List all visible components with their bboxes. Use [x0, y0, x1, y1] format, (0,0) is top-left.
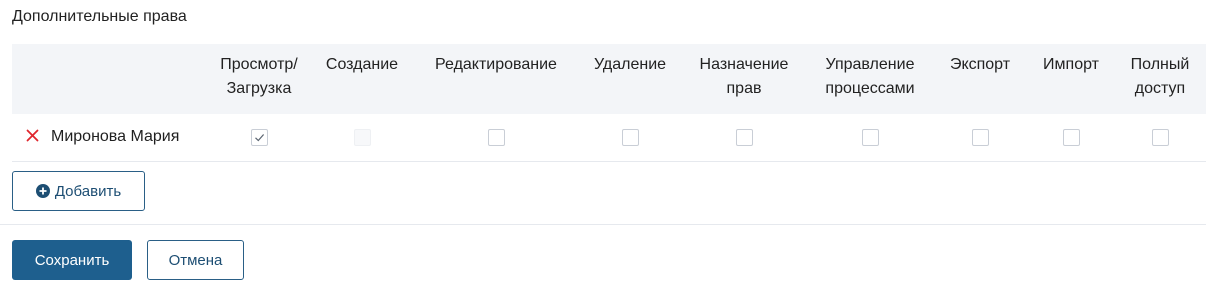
plus-circle-icon [35, 184, 50, 198]
column-header-edit: Редактирование [435, 56, 557, 73]
user-cell: Миронова Мария [12, 114, 206, 161]
divider [0, 224, 1206, 225]
column-header-manage-processes: Управление процессами [825, 56, 915, 97]
column-header-delete: Удаление [593, 56, 667, 73]
checkmark-icon [254, 133, 264, 141]
checkbox-delete[interactable] [621, 128, 639, 146]
column-header-full-access: Полный доступ [1130, 56, 1190, 97]
checkbox-export[interactable] [971, 128, 989, 146]
table-row: Миронова Мария [12, 114, 1206, 161]
column-header-view-download: Просмотр/Загрузка [220, 56, 298, 97]
table-header-row: Просмотр/Загрузка Создание Редактировани… [12, 44, 1206, 114]
add-button-label: Добавить [54, 182, 122, 200]
cancel-button-label: Отмена [168, 251, 223, 269]
cancel-button[interactable]: Отмена [147, 240, 244, 280]
checkbox-import[interactable] [1062, 128, 1080, 146]
column-header-assign-rights: Назначение прав [699, 56, 789, 97]
checkbox-full-access[interactable] [1151, 128, 1169, 146]
column-header-import: Импорт [1043, 56, 1099, 73]
remove-user-icon[interactable] [26, 129, 39, 142]
checkbox-edit[interactable] [487, 128, 505, 146]
checkbox-manage-processes[interactable] [861, 128, 879, 146]
column-header-user [12, 44, 206, 114]
column-header-export: Экспорт [949, 56, 1011, 73]
checkbox-view-download[interactable] [250, 128, 268, 146]
add-button[interactable]: Добавить [12, 171, 145, 211]
checkbox-assign-rights[interactable] [735, 128, 753, 146]
user-name: Миронова Мария [51, 128, 180, 146]
section-title: Дополнительные права [12, 8, 187, 25]
checkbox-create [353, 128, 371, 146]
save-button-label: Сохранить [34, 251, 110, 269]
column-header-create: Создание [325, 56, 399, 73]
save-button[interactable]: Сохранить [12, 240, 132, 280]
permissions-table: Просмотр/Загрузка Создание Редактировани… [12, 44, 1206, 162]
